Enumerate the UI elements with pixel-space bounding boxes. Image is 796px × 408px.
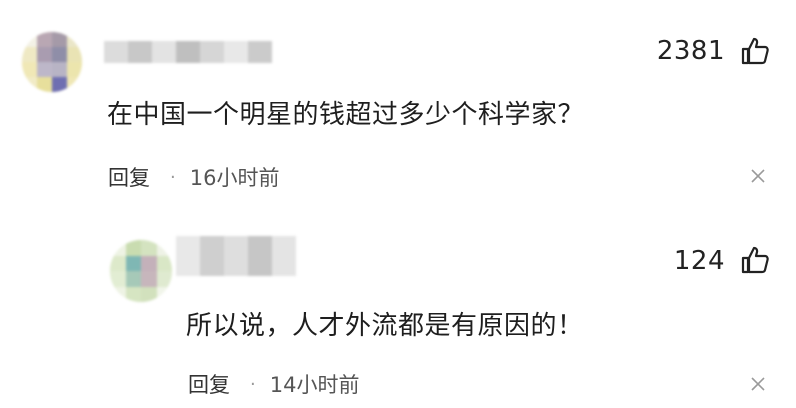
comment-time: 14小时前: [269, 373, 360, 397]
comment-time: 16小时前: [189, 166, 280, 190]
like-count: 2381: [656, 36, 725, 66]
close-icon[interactable]: [750, 376, 766, 392]
comment-text: 在中国一个明星的钱超过多少个科学家？: [107, 100, 585, 130]
separator-dot: ·: [170, 166, 176, 188]
close-icon[interactable]: [750, 168, 766, 184]
thumbs-up-icon[interactable]: [740, 36, 770, 66]
comment-meta: 回复 · 16小时前: [108, 162, 279, 192]
comment-meta: 回复 · 14小时前: [188, 369, 359, 399]
separator-dot: ·: [250, 373, 256, 395]
username-redacted[interactable]: [104, 41, 272, 63]
user-avatar[interactable]: [22, 32, 82, 92]
user-avatar[interactable]: [110, 240, 172, 302]
comment-text: 所以说，人才外流都是有原因的！: [186, 311, 584, 341]
reply-button[interactable]: 回复: [188, 369, 230, 399]
username-redacted[interactable]: [176, 236, 296, 276]
reply-button[interactable]: 回复: [108, 162, 150, 192]
thumbs-up-icon[interactable]: [740, 245, 770, 275]
like-count: 124: [673, 246, 725, 276]
